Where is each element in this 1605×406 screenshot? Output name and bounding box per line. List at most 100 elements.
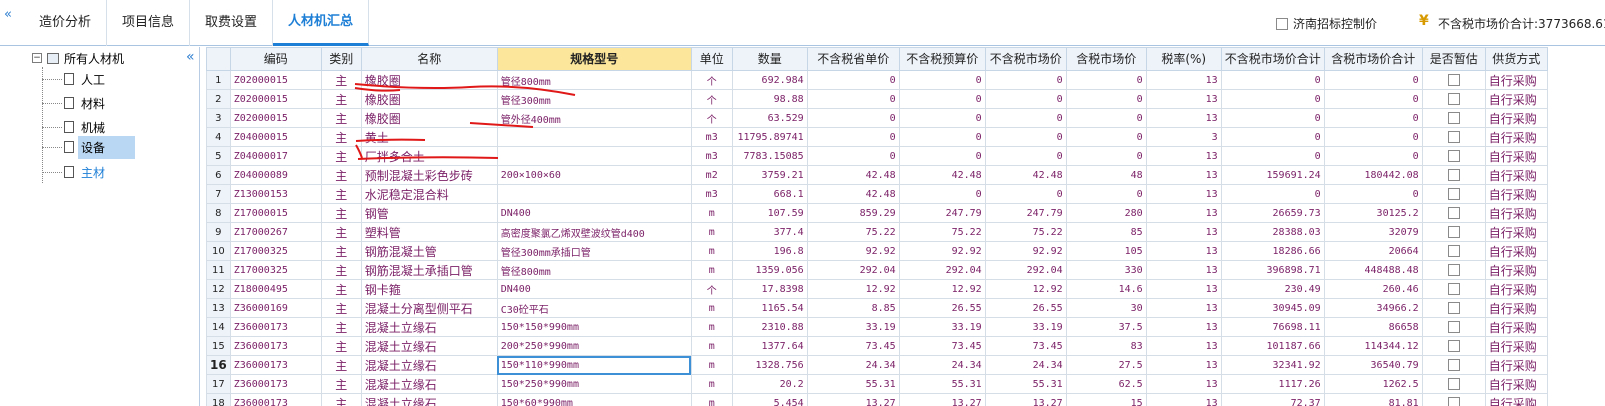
market-total-tax-cell[interactable]: 0	[1323, 70, 1423, 90]
tree-item-materials[interactable]: 材料	[42, 91, 108, 115]
quantity-cell[interactable]: 20.2	[731, 374, 808, 394]
provisional-checkbox[interactable]	[1447, 264, 1460, 276]
supply-method-cell[interactable]: 自行采购	[1484, 279, 1548, 299]
market-price-cell[interactable]: 0	[984, 127, 1067, 147]
name-cell[interactable]: 钢筋混凝土管	[360, 241, 498, 261]
category-cell[interactable]: 主	[320, 336, 362, 356]
provisional-checkbox[interactable]	[1447, 74, 1460, 86]
spec-cell[interactable]: 200×100×60	[496, 165, 692, 185]
market-total-cell[interactable]: 30945.09	[1220, 298, 1325, 318]
market-price-tax-cell[interactable]: 280	[1065, 203, 1147, 223]
header-market-total[interactable]: 不含税市场价合计	[1220, 47, 1325, 71]
category-cell[interactable]: 主	[320, 146, 362, 166]
province-price-cell[interactable]: 33.19	[806, 317, 900, 337]
market-price-tax-cell[interactable]: 30	[1065, 298, 1147, 318]
table-row[interactable]: 8 Z17000015 主钢管 DN400 m 107.59 859.29 247.79 247…	[206, 203, 1548, 223]
supply-method-cell[interactable]: 自行采购	[1484, 127, 1548, 147]
unit-cell[interactable]: m	[690, 317, 733, 337]
quantity-cell[interactable]: 2310.88	[731, 317, 808, 337]
spec-cell[interactable]	[496, 127, 692, 147]
province-price-cell[interactable]: 13.27	[806, 393, 900, 406]
unit-cell[interactable]: m3	[690, 146, 733, 166]
market-price-cell[interactable]: 75.22	[984, 222, 1067, 242]
code-cell[interactable]: Z04000017	[229, 146, 322, 166]
provisional-checkbox[interactable]	[1447, 340, 1460, 352]
tax-rate-cell[interactable]: 13	[1145, 165, 1222, 185]
tab-fee-settings[interactable]: 取费设置	[190, 0, 274, 46]
category-cell[interactable]: 主	[320, 108, 362, 128]
budget-price-cell[interactable]: 0	[898, 146, 986, 166]
header-budget-price[interactable]: 不含税预算价	[898, 47, 986, 71]
tax-rate-cell[interactable]: 13	[1145, 222, 1222, 242]
market-total-cell[interactable]: 18286.66	[1220, 241, 1325, 261]
provisional-checkbox[interactable]	[1447, 207, 1460, 219]
quantity-cell[interactable]: 63.529	[731, 108, 808, 128]
provisional-checkbox[interactable]	[1447, 378, 1460, 390]
quantity-cell[interactable]: 5.454	[731, 393, 808, 406]
supply-method-cell[interactable]: 自行采购	[1484, 165, 1548, 185]
budget-price-cell[interactable]: 26.55	[898, 298, 986, 318]
market-price-cell[interactable]: 0	[984, 146, 1067, 166]
code-cell[interactable]: Z17000015	[229, 203, 322, 223]
supply-method-cell[interactable]: 自行采购	[1484, 393, 1548, 406]
province-price-cell[interactable]: 292.04	[806, 260, 900, 280]
name-cell[interactable]: 橡胶圈	[360, 108, 498, 128]
row-number-cell[interactable]: 4	[206, 127, 231, 147]
name-cell[interactable]: 混凝土立缘石	[360, 355, 498, 375]
market-price-cell[interactable]: 247.79	[984, 203, 1067, 223]
market-total-cell[interactable]: 26659.73	[1220, 203, 1325, 223]
tax-rate-cell[interactable]: 13	[1145, 279, 1222, 299]
market-price-cell[interactable]: 13.27	[984, 393, 1067, 406]
quantity-cell[interactable]: 1328.756	[731, 355, 808, 375]
market-total-tax-cell[interactable]: 0	[1323, 108, 1423, 128]
supply-method-cell[interactable]: 自行采购	[1484, 355, 1548, 375]
market-price-cell[interactable]: 55.31	[984, 374, 1067, 394]
table-row[interactable]: 2 Z02000015 主橡胶圈 管径300mm 个 98.88 0 0 0 0 13 0 0 自行采购	[206, 89, 1548, 109]
supply-method-cell[interactable]: 自行采购	[1484, 317, 1548, 337]
market-price-tax-cell[interactable]: 14.6	[1065, 279, 1147, 299]
quantity-cell[interactable]: 692.984	[731, 70, 808, 90]
table-row[interactable]: 7 Z13000153 主水泥稳定混合料 m3 668.1 42.48 0 0 0 13 0 0 自行采…	[206, 184, 1548, 204]
code-cell[interactable]: Z17000325	[229, 241, 322, 261]
supply-method-cell[interactable]: 自行采购	[1484, 336, 1548, 356]
province-price-cell[interactable]: 42.48	[806, 165, 900, 185]
budget-price-cell[interactable]: 0	[898, 70, 986, 90]
unit-cell[interactable]: m	[690, 203, 733, 223]
category-cell[interactable]: 主	[320, 203, 362, 223]
row-number-cell[interactable]: 9	[206, 222, 231, 242]
market-total-tax-cell[interactable]: 114344.12	[1323, 336, 1423, 356]
budget-price-cell[interactable]: 247.79	[898, 203, 986, 223]
unit-cell[interactable]: m	[690, 222, 733, 242]
supply-method-cell[interactable]: 自行采购	[1484, 222, 1548, 242]
name-cell[interactable]: 钢卡箍	[360, 279, 498, 299]
quantity-cell[interactable]: 3759.21	[731, 165, 808, 185]
market-total-cell[interactable]: 28388.03	[1220, 222, 1325, 242]
market-total-cell[interactable]: 230.49	[1220, 279, 1325, 299]
name-cell[interactable]: 预制混凝土彩色步砖	[360, 165, 498, 185]
budget-price-cell[interactable]: 13.27	[898, 393, 986, 406]
quantity-cell[interactable]: 1377.64	[731, 336, 808, 356]
market-total-cell[interactable]: 0	[1220, 89, 1325, 109]
supply-method-cell[interactable]: 自行采购	[1484, 374, 1548, 394]
provisional-checkbox[interactable]	[1447, 93, 1460, 105]
row-number-cell[interactable]: 15	[206, 336, 231, 356]
budget-price-cell[interactable]: 73.45	[898, 336, 986, 356]
province-price-cell[interactable]: 0	[806, 89, 900, 109]
budget-price-cell[interactable]: 55.31	[898, 374, 986, 394]
row-number-cell[interactable]: 1	[206, 70, 231, 90]
name-cell[interactable]: 混凝土分离型侧平石	[360, 298, 498, 318]
supply-method-cell[interactable]: 自行采购	[1484, 70, 1548, 90]
quantity-cell[interactable]: 377.4	[731, 222, 808, 242]
supply-method-cell[interactable]: 自行采购	[1484, 146, 1548, 166]
table-row[interactable]: 3 Z02000015 主橡胶圈 管外径400mm 个 63.529 0 0 0 0 13 0 0 自行采…	[206, 108, 1548, 128]
unit-cell[interactable]: m	[690, 374, 733, 394]
province-price-cell[interactable]: 92.92	[806, 241, 900, 261]
row-number-cell[interactable]: 16	[206, 355, 231, 375]
table-row[interactable]: 15 Z36000173 主混凝土立缘石 200*250*990mm m 1377.64 7…	[206, 336, 1548, 356]
supply-method-cell[interactable]: 自行采购	[1484, 241, 1548, 261]
province-price-cell[interactable]: 42.48	[806, 184, 900, 204]
market-price-tax-cell[interactable]: 83	[1065, 336, 1147, 356]
market-total-tax-cell[interactable]: 0	[1323, 184, 1423, 204]
provisional-checkbox[interactable]	[1447, 112, 1460, 124]
market-total-tax-cell[interactable]: 0	[1323, 89, 1423, 109]
